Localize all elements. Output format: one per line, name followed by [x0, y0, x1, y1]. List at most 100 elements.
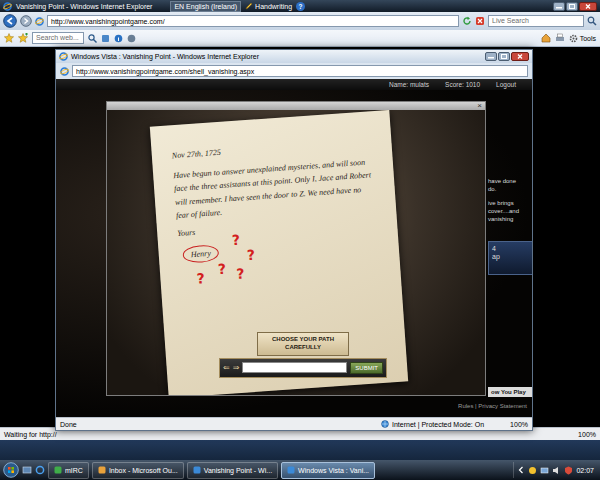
print-icon[interactable]: [555, 33, 565, 43]
favorites-icon[interactable]: [4, 33, 14, 43]
toolbar-icon[interactable]: [101, 34, 110, 43]
navigation-bar: http://www.vanishingpointgame.com/: [0, 12, 600, 30]
tray-network-icon[interactable]: [540, 466, 549, 475]
side-card[interactable]: 4ap: [488, 241, 532, 275]
popup-status-bar: Done Internet | Protected Mode: On 100%: [56, 417, 532, 430]
taskbar-button[interactable]: Vanishing Point - Wi...: [187, 462, 278, 479]
note-body: Have begun to answer unexplained mysteri…: [173, 155, 376, 223]
popup-status-text: Done: [60, 421, 77, 428]
close-icon[interactable]: [579, 2, 597, 11]
security-zone: Internet | Protected Mode: On: [381, 420, 484, 428]
back-icon[interactable]: [3, 14, 17, 28]
popup-zoom[interactable]: 100%: [510, 421, 528, 428]
forward-arrow-icon[interactable]: ⇒: [233, 363, 240, 372]
popup-address-text: http://www.vanishingpointgame.com/shell_…: [76, 68, 254, 75]
title-bar: Vanishing Point - Windows Internet Explo…: [0, 0, 600, 12]
stop-icon[interactable]: [475, 16, 485, 26]
tools-label: Tools: [580, 35, 596, 42]
popup-title-bar: Windows Vista : Vanishing Point - Window…: [56, 50, 532, 63]
dialog-close-button[interactable]: ×: [477, 102, 482, 110]
app-icon: [98, 466, 106, 474]
side-card-text: 4: [492, 245, 530, 253]
popup-title: Windows Vista : Vanishing Point - Window…: [71, 53, 259, 60]
tray-shield-icon[interactable]: [564, 466, 573, 475]
toolbar: Tools: [0, 30, 600, 47]
tray-chat-icon[interactable]: [528, 466, 537, 475]
ie-icon: [3, 2, 12, 11]
help-circle-icon[interactable]: [127, 34, 136, 43]
minimize-icon[interactable]: [485, 52, 497, 61]
minimize-icon[interactable]: [553, 2, 565, 11]
globe-icon: [381, 420, 389, 428]
app-icon: [54, 466, 62, 474]
taskbar-label: mIRC: [65, 467, 83, 474]
language-bar[interactable]: EN English (Ireland): [170, 1, 241, 12]
pencil-icon: [245, 2, 253, 10]
magnifier-icon[interactable]: [88, 34, 97, 43]
dialog-body: Nov 27th, 1725Have begun to answer unexp…: [107, 110, 485, 395]
side-text: have donedo.ive bringscover....andvanish…: [488, 177, 532, 223]
side-card-text: ap: [492, 253, 530, 261]
address-text: http://www.vanishingpointgame.com/: [51, 18, 165, 25]
app-icon: [287, 466, 295, 474]
signature: Henry?????: [182, 244, 219, 264]
popup-address-bar[interactable]: http://www.vanishingpointgame.com/shell_…: [72, 65, 528, 77]
zoom-level[interactable]: 100%: [578, 431, 596, 438]
side-line: cover....and: [488, 207, 532, 215]
start-orb-icon[interactable]: [3, 462, 19, 478]
search-web-field[interactable]: [32, 32, 84, 44]
how-you-play-link[interactable]: ow You Play: [488, 387, 532, 397]
signature-name: Henry: [182, 244, 219, 264]
maximize-icon[interactable]: [498, 52, 510, 61]
home-icon[interactable]: [541, 33, 551, 43]
back-arrow-icon[interactable]: ⇐: [223, 363, 230, 372]
tray-volume-icon[interactable]: [552, 466, 561, 475]
address-bar[interactable]: http://www.vanishingpointgame.com/: [47, 15, 459, 27]
side-line: ive brings: [488, 199, 532, 207]
footer-links[interactable]: Rules | Privacy Statement: [458, 403, 527, 409]
ie-icon: [59, 52, 68, 61]
game-header: Name: mulats Score: 1010 Logout: [56, 79, 532, 90]
side-line: vanishing: [488, 215, 532, 223]
help-icon[interactable]: ?: [296, 2, 305, 11]
live-search-field[interactable]: [488, 15, 584, 27]
logout-link[interactable]: Logout: [496, 81, 516, 88]
tray-arrow-icon[interactable]: [517, 466, 525, 474]
forward-icon[interactable]: [20, 15, 32, 27]
maximize-icon[interactable]: [566, 2, 578, 11]
player-name: Name: mulats: [389, 81, 429, 88]
taskbar-button[interactable]: Windows Vista : Vani...: [281, 462, 375, 479]
search-icon[interactable]: [587, 16, 597, 26]
add-favorite-icon[interactable]: [18, 33, 28, 43]
answer-panel: CHOOSE YOUR PATH CAREFULLY ⇐⇒ SUBMIT: [219, 332, 387, 378]
show-desktop-icon[interactable]: [22, 465, 32, 475]
taskbar-label: Inbox - Microsoft Ou...: [109, 467, 178, 474]
ie-launch-icon[interactable]: [35, 465, 45, 475]
taskbar-button[interactable]: Inbox - Microsoft Ou...: [92, 462, 184, 479]
taskbar-button[interactable]: mIRC: [48, 462, 89, 479]
gear-icon: [569, 34, 578, 43]
answer-field[interactable]: [242, 362, 347, 373]
path-prompt: CHOOSE YOUR PATH CAREFULLY: [257, 332, 349, 356]
desktop: [0, 440, 600, 460]
close-icon[interactable]: [511, 52, 529, 61]
player-score: Score: 1010: [445, 81, 480, 88]
dialog-bar: ×: [107, 102, 485, 110]
refresh-icon[interactable]: [462, 16, 472, 26]
system-tray: 02:07: [513, 462, 597, 478]
taskbar-label: Vanishing Point - Wi...: [204, 467, 272, 474]
submit-button[interactable]: SUBMIT: [350, 362, 383, 374]
question-mark: ?: [236, 266, 245, 281]
tools-menu[interactable]: Tools: [569, 34, 596, 43]
clock[interactable]: 02:07: [576, 467, 594, 474]
answer-row: ⇐⇒ SUBMIT: [219, 358, 387, 378]
game-page: Name: mulats Score: 1010 Logout have donedo…: [56, 79, 532, 417]
popup-window: Windows Vista : Vanishing Point - Window…: [55, 49, 533, 431]
taskbar: mIRC Inbox - Microsoft Ou... Vanishing Poi…: [0, 460, 600, 480]
puzzle-dialog: ×Nov 27th, 1725Have begun to answer unex…: [106, 101, 486, 396]
info-icon[interactable]: [114, 34, 123, 43]
question-mark: ?: [231, 232, 240, 247]
side-line: have done: [488, 177, 532, 185]
question-mark: ?: [246, 247, 255, 262]
handwriting-button[interactable]: Handwriting: [245, 2, 292, 10]
